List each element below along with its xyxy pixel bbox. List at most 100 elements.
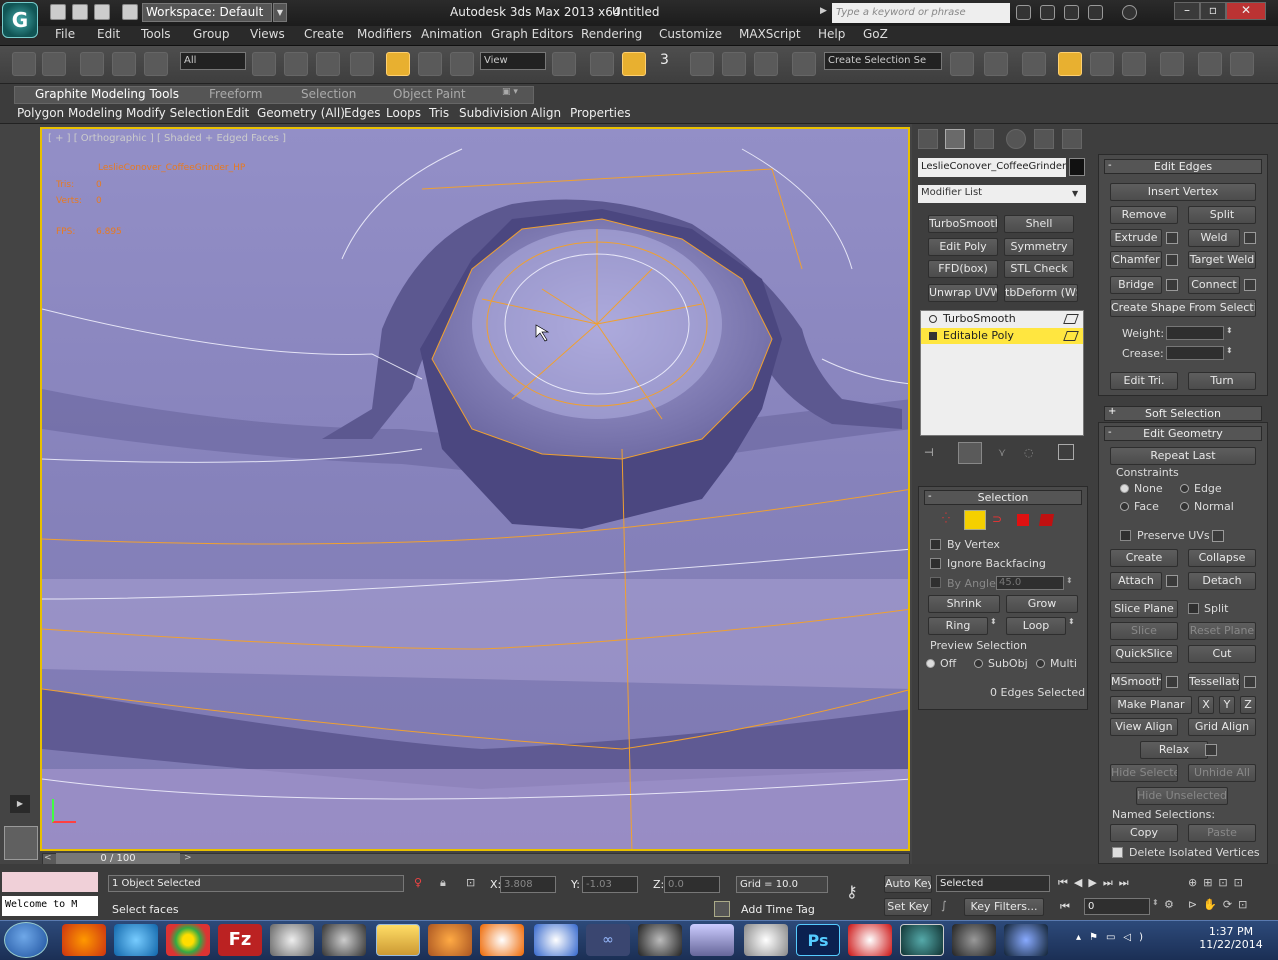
edit-edges-header[interactable]: Edit Edges [1104,159,1262,174]
collapse-button[interactable]: Collapse [1188,549,1256,567]
unwrap-uvw-button[interactable]: Unwrap UVW [928,284,998,302]
stl-check-button[interactable]: STL Check [1004,260,1074,278]
viewport-label[interactable]: [ + ] [ Orthographic ] [ Shaded + Edged … [48,133,286,144]
ignore-backfacing-checkbox[interactable] [930,558,941,569]
chamfer-settings-icon[interactable] [1166,254,1178,266]
menu-create[interactable]: Create [304,27,344,41]
msmooth-settings-icon[interactable] [1166,676,1178,688]
app-icon[interactable]: ∞ [586,924,630,956]
media-player-icon[interactable] [428,924,472,956]
z-coordinate[interactable]: 0.0 [664,876,720,893]
ffd-box-button[interactable]: FFD(box) [928,260,998,278]
prev-frame-icon[interactable]: < [44,853,52,863]
menu-file[interactable]: File [55,27,75,41]
panel-geometry-all[interactable]: Geometry (All) [257,106,345,120]
ribbon-options-icon[interactable]: ▣ ▾ [502,87,518,97]
selection-lock-icon[interactable]: 🔒︎ [440,876,446,890]
chevron-down-icon[interactable]: ▼ [1072,189,1078,198]
select-manipulate-icon[interactable] [590,52,614,76]
rendered-frame-icon[interactable] [1230,52,1254,76]
attach-list-icon[interactable] [1166,575,1178,587]
hide-selected-button[interactable]: Hide Selected [1110,764,1178,782]
selection-rollout-header[interactable]: Selection [924,490,1082,505]
snaps-toggle-icon[interactable]: 3 [660,52,669,68]
hide-unselected-button[interactable]: Hide Unselected [1136,787,1228,805]
menu-views[interactable]: Views [250,27,285,41]
preserve-uvs-settings-icon[interactable] [1212,530,1224,542]
render-setup-icon[interactable] [1198,52,1222,76]
pivot-center-icon[interactable] [552,52,576,76]
open-file-icon[interactable] [72,4,88,20]
repeat-last-button[interactable]: Repeat Last [1110,447,1256,465]
weld-button[interactable]: Weld [1188,229,1240,247]
constraint-face-radio[interactable] [1120,502,1129,511]
shrink-button[interactable]: Shrink [928,595,1000,613]
remove-button[interactable]: Remove [1110,206,1178,224]
minimize-icon[interactable]: – [1174,2,1200,20]
system-tray-icons[interactable]: ▴⚑▭◁) [1076,932,1151,943]
set-key-button[interactable]: Set Key [884,898,932,916]
edit-poly-button[interactable]: Edit Poly [928,238,998,256]
start-button[interactable] [4,922,48,958]
polygon-mode-icon[interactable] [1017,514,1029,526]
create-shape-button[interactable]: Create Shape From Selection [1110,299,1256,317]
by-angle-checkbox[interactable] [930,577,941,588]
menu-customize[interactable]: Customize [659,27,722,41]
symmetry-button[interactable]: Symmetry [1004,238,1074,256]
layer-manager-icon[interactable] [1022,52,1046,76]
tab-freeform[interactable]: Freeform [209,87,262,101]
app-icon[interactable] [690,924,734,956]
split-button[interactable]: Split [1188,206,1256,224]
panel-properties[interactable]: Properties [570,106,631,120]
extrude-settings-icon[interactable] [1166,232,1178,244]
pose-app-icon[interactable] [744,924,788,956]
connect-settings-icon[interactable] [1244,279,1256,291]
percent-snap-icon[interactable] [722,52,746,76]
panel-polygon-modeling[interactable]: Polygon Modeling [17,106,123,120]
x-coordinate[interactable]: 3.808 [500,876,556,893]
shell-button[interactable]: Shell [1004,215,1074,233]
select-by-name-icon[interactable] [284,52,308,76]
msmooth-button[interactable]: MSmooth [1110,673,1162,691]
search-input[interactable]: Type a keyword or phrase [832,3,1010,23]
app-icon[interactable] [270,924,314,956]
maximize-icon[interactable]: ▫ [1200,2,1226,20]
tab-object-paint[interactable]: Object Paint [393,87,466,101]
tab-graphite-modeling-tools[interactable]: Graphite Modeling Tools [35,87,179,101]
vertex-mode-icon[interactable]: ⁛ [942,513,950,524]
menu-goz[interactable]: GoZ [863,27,888,41]
selection-filter-dropdown[interactable]: All [180,52,246,70]
firefox-icon[interactable] [62,924,106,956]
edge-mode-icon[interactable] [964,510,986,530]
alienware-icon[interactable] [322,924,366,956]
object-name-field[interactable]: LeslieConover_CoffeeGrinder [918,158,1066,177]
collapse-minus-icon[interactable]: - [928,491,932,502]
menu-help[interactable]: Help [818,27,845,41]
insert-vertex-button[interactable]: Insert Vertex [1110,183,1256,201]
internet-explorer-icon[interactable] [114,924,158,956]
search-arrow-icon[interactable]: ▶ [820,6,827,16]
preview-multi-radio[interactable] [1036,659,1045,668]
spinner-arrows-icon[interactable]: ⬍ [1226,326,1233,335]
connect-button[interactable]: Connect [1188,276,1240,294]
app-icon[interactable] [848,924,892,956]
add-time-tag[interactable]: Add Time Tag [741,903,815,916]
expand-plus-icon[interactable]: + [1108,406,1116,417]
edit-tri-button[interactable]: Edit Tri. [1110,372,1178,390]
slice-button[interactable]: Slice [1110,622,1178,640]
weld-settings-icon[interactable] [1244,232,1256,244]
motion-tab-icon[interactable] [1006,129,1026,149]
planar-z-button[interactable]: Z [1240,696,1256,714]
vlc-icon[interactable] [480,924,524,956]
angle-snap-icon[interactable] [690,52,714,76]
panel-edges[interactable]: Edges [344,106,380,120]
menu-rendering[interactable]: Rendering [581,27,642,41]
create-button[interactable]: Create [1110,549,1178,567]
pin-stack-icon[interactable]: ⊣ [924,446,944,460]
gimp-icon[interactable] [638,924,682,956]
constraint-edge-radio[interactable] [1180,484,1189,493]
photoshop-icon[interactable]: Ps [796,924,840,956]
app-logo-icon[interactable]: G [2,2,38,38]
bridge-settings-icon[interactable] [1166,279,1178,291]
workspace-dropdown[interactable]: Workspace: Default [142,3,272,22]
